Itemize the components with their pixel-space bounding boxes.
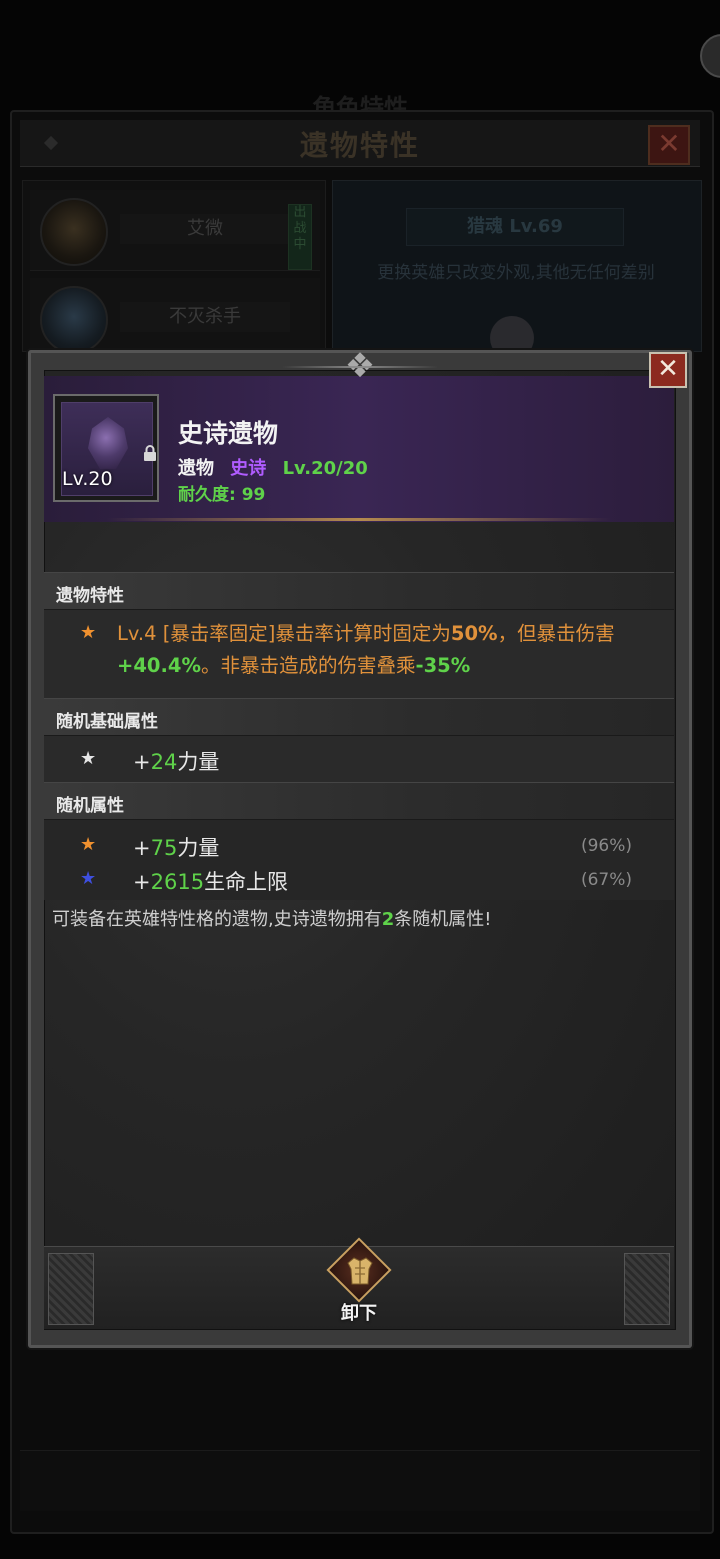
star-icon: ★	[80, 622, 97, 643]
star-icon: ★	[80, 748, 97, 769]
description-prefix: 可装备在英雄特性格的遗物,史诗遗物拥有	[52, 909, 382, 930]
random-attr-body: ★ +75力量 (96%) ★ +2615生命上限 (67%)	[44, 820, 674, 900]
hero-avatar	[40, 286, 108, 354]
star-icon: ★	[80, 868, 97, 889]
trait-mid-1: ，但暴击伤害	[497, 622, 615, 645]
relic-gem-icon	[88, 417, 128, 469]
deployed-badge: 出战中	[288, 204, 312, 270]
stat-label: 力量	[177, 836, 220, 860]
item-rarity: 史诗	[230, 458, 267, 479]
item-durability: 耐久度: 99	[178, 485, 266, 505]
ornament-icon: ❖	[282, 346, 438, 386]
stat-line: +2615生命上限	[133, 866, 288, 896]
stat-plus: +	[133, 870, 151, 894]
item-name: 史诗遗物	[178, 419, 279, 448]
trait-value-non-crit: -35%	[415, 654, 471, 677]
trait-value-crit-rate: 50%	[450, 622, 498, 645]
hero-avatar	[40, 198, 108, 266]
stat-plus: +	[133, 836, 151, 860]
random-base-body: ★ +24力量	[44, 736, 674, 782]
stat-roll-percent: (96%)	[580, 836, 632, 856]
background-bottom-bar	[20, 1450, 700, 1511]
stat-value: 75	[150, 836, 178, 860]
unequip-label: 卸下	[341, 1303, 377, 1324]
stat-plus: +	[133, 750, 151, 774]
hero-list-item[interactable]: 艾微 出战中	[30, 190, 320, 271]
star-icon: ★	[80, 834, 97, 855]
description-suffix: 条随机属性!	[394, 909, 492, 930]
section-header-relic-trait: 遗物特性	[44, 572, 674, 610]
hero-level-label: 猎魂 Lv.69	[406, 208, 624, 246]
stat-line: +24力量	[133, 746, 219, 776]
section-header-random-base: 随机基础属性	[44, 698, 674, 736]
hero-list-item[interactable]: 不灭杀手	[30, 278, 320, 359]
corner-ornament-right	[624, 1253, 670, 1325]
stat-label: 力量	[177, 750, 220, 774]
item-icon-level: Lv.20	[62, 468, 113, 490]
top-right-button[interactable]	[700, 34, 720, 78]
item-type: 遗物	[178, 458, 214, 479]
stat-label: 生命上限	[204, 870, 289, 894]
item-meta: 遗物 史诗 Lv.20/20	[178, 454, 378, 480]
armor-icon	[347, 1257, 373, 1285]
background-close-button[interactable]: ✕	[648, 125, 690, 165]
stat-value: 2615	[150, 870, 205, 894]
background-window-title: 遗物特性	[299, 129, 420, 162]
corner-ornament-left	[48, 1253, 94, 1325]
stat-roll-percent: (67%)	[580, 870, 632, 890]
description-count: 2	[381, 909, 395, 930]
hero-name: 艾微	[120, 214, 290, 244]
hero-skin-note: 更换英雄只改变外观,其他无任何差别	[377, 263, 655, 283]
section-header-random-attr: 随机属性	[44, 782, 674, 820]
stat-line: +75力量	[133, 832, 219, 862]
lock-icon[interactable]	[142, 444, 158, 462]
unequip-button[interactable]: 卸下	[322, 1237, 396, 1329]
section-title: 随机属性	[56, 796, 124, 816]
section-title: 随机基础属性	[56, 712, 158, 732]
trait-value-crit-damage: +40.4%	[117, 654, 201, 677]
trait-mid-2: 。非暴击造成的伤害叠乘	[201, 654, 416, 677]
item-level: Lv.20/20	[282, 458, 368, 479]
close-button[interactable]: ✕	[649, 352, 687, 388]
header-divider	[44, 518, 674, 521]
hero-name: 不灭杀手	[120, 302, 290, 332]
relic-trait-text: Lv.4 [暴击率固定]暴击率计算时固定为50%，但暴击伤害 +40.4%。非暴击…	[117, 618, 677, 682]
trait-prefix: Lv.4 [暴击率固定]暴击率计算时固定为	[117, 622, 451, 645]
relic-description: 可装备在英雄特性格的遗物,史诗遗物拥有2条随机属性!	[52, 905, 491, 931]
relic-trait-body: ★ Lv.4 [暴击率固定]暴击率计算时固定为50%，但暴击伤害 +40.4%。非…	[44, 610, 674, 698]
section-title: 遗物特性	[56, 586, 124, 606]
stat-value: 24	[150, 750, 178, 774]
relic-detail-popup: ❖ ✕ Lv.20 史诗遗物 遗物 史诗 Lv.20/20 耐久度: 99 遗物…	[28, 346, 692, 1348]
action-bar: 卸下	[44, 1237, 674, 1329]
